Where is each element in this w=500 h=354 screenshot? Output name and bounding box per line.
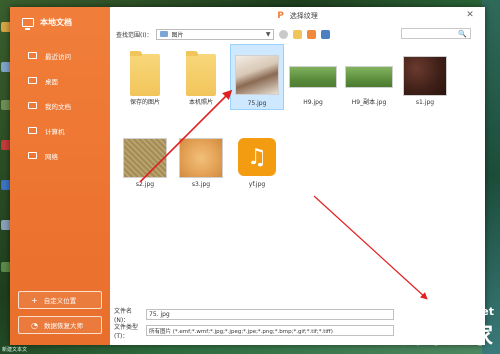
- search-input[interactable]: 🔍: [401, 28, 471, 39]
- sidebar-item-label: 桌面: [45, 77, 58, 86]
- look-in-label: 查找范围(I)：: [116, 31, 153, 39]
- plus-icon: +: [31, 295, 38, 305]
- look-in-value: 图片: [171, 31, 184, 39]
- desktop-icon: [28, 77, 37, 84]
- filename-row: 文件名(N)：: [114, 308, 394, 324]
- image-thumbnail: [403, 56, 447, 96]
- image-thumbnail: [345, 66, 393, 88]
- file-name: 本机照片: [188, 99, 213, 106]
- sidebar-item-documents[interactable]: 我的文档: [10, 93, 110, 118]
- file-name: 保存的图片: [129, 99, 160, 106]
- file-name: s1.jpg: [415, 99, 435, 106]
- folder-icon: [186, 51, 216, 96]
- filetype-label: 文件类型(T)：: [114, 323, 139, 340]
- search-icon: 🔍: [458, 29, 467, 38]
- clock-icon: [28, 52, 37, 59]
- sidebar-item-recent[interactable]: 最近访问: [10, 43, 110, 68]
- data-recovery-label: 数据恢复大师: [43, 322, 83, 330]
- watermark-site-name: 脚本之家: [401, 324, 494, 349]
- choose-texture-dialog: 本地文档 最近访问 桌面 我的文档 计算机 网络 + 自定义位置 ◔ 数据恢复大: [10, 7, 485, 345]
- sidebar-header-label: 本地文档: [40, 17, 72, 27]
- list-item[interactable]: s2.jpg: [118, 128, 172, 190]
- image-thumbnail: [235, 55, 279, 95]
- file-name: 75.jpg: [247, 100, 267, 107]
- music-note-icon: ♫: [238, 138, 276, 176]
- image-thumbnail: [179, 138, 223, 178]
- monitor-icon: [22, 17, 34, 30]
- list-item[interactable]: s3.jpg: [174, 128, 228, 190]
- network-icon: [28, 152, 37, 159]
- view-menu-icon[interactable]: [321, 29, 331, 39]
- watermark: jb51.net 脚本之家: [402, 305, 494, 350]
- sidebar-item-label: 我的文档: [45, 102, 71, 111]
- list-item[interactable]: 本机照片: [174, 46, 228, 108]
- look-in-dropdown[interactable]: 图片 ▼: [156, 28, 275, 40]
- close-button[interactable]: ✕: [465, 10, 475, 20]
- sidebar-item-label: 最近访问: [45, 52, 71, 61]
- list-item[interactable]: H9.jpg: [286, 46, 340, 108]
- list-item[interactable]: 75.jpg: [230, 44, 284, 110]
- file-name: s2.jpg: [135, 181, 155, 188]
- pictures-folder-icon: [160, 31, 169, 37]
- sidebar-header: 本地文档: [10, 7, 110, 37]
- file-list: 保存的图片 本机照片 75.jpg H9.jpg H9_副本.jpg s1.jp…: [116, 44, 478, 302]
- sidebar: 本地文档 最近访问 桌面 我的文档 计算机 网络 + 自定义位置 ◔ 数据恢复大: [10, 7, 110, 345]
- sidebar-item-desktop[interactable]: 桌面: [10, 68, 110, 93]
- folder-icon: [130, 51, 160, 96]
- add-custom-location-label: 自定义位置: [43, 297, 77, 305]
- sidebar-item-label: 网络: [45, 152, 58, 161]
- chevron-down-icon: ▼: [265, 30, 271, 38]
- list-item[interactable]: 保存的图片: [118, 46, 172, 108]
- sidebar-item-network[interactable]: 网络: [10, 143, 110, 168]
- title-bar: P 选择纹理: [110, 7, 485, 24]
- data-recovery-button[interactable]: ◔ 数据恢复大师: [18, 316, 102, 334]
- recovery-icon: ◔: [31, 320, 38, 330]
- list-item[interactable]: ♫ yf.jpg: [230, 128, 284, 190]
- documents-icon: [28, 102, 37, 109]
- filename-input[interactable]: [146, 309, 394, 320]
- back-icon[interactable]: [279, 29, 289, 39]
- computer-icon: [28, 127, 37, 134]
- list-item[interactable]: s1.jpg: [398, 46, 452, 108]
- up-folder-icon[interactable]: [293, 29, 303, 39]
- image-thumbnail: [289, 66, 337, 88]
- watermark-domain: jb51.net: [442, 305, 494, 318]
- file-name: yf.jpg: [248, 181, 266, 188]
- file-name: H9.jpg: [303, 99, 323, 106]
- new-folder-icon[interactable]: [307, 29, 317, 39]
- desktop-shortcut-label: 新建文本文: [2, 347, 28, 353]
- file-name: H9_副本.jpg: [351, 99, 387, 106]
- filetype-row: 文件类型(T)： 所有图片 (*.emf;*.wmf;*.jpg;*.jpeg;…: [114, 323, 394, 340]
- app-logo-icon: P: [277, 10, 284, 21]
- file-name: s3.jpg: [191, 181, 211, 188]
- filetype-dropdown[interactable]: 所有图片 (*.emf;*.wmf;*.jpg;*.jpeg;*.jpe;*.p…: [146, 325, 394, 336]
- sidebar-item-label: 计算机: [45, 127, 65, 136]
- sidebar-item-computer[interactable]: 计算机: [10, 118, 110, 143]
- image-thumbnail: [123, 138, 167, 178]
- add-custom-location-button[interactable]: + 自定义位置: [18, 291, 102, 309]
- list-item[interactable]: H9_副本.jpg: [342, 46, 396, 108]
- dialog-title: 选择纹理: [289, 11, 318, 20]
